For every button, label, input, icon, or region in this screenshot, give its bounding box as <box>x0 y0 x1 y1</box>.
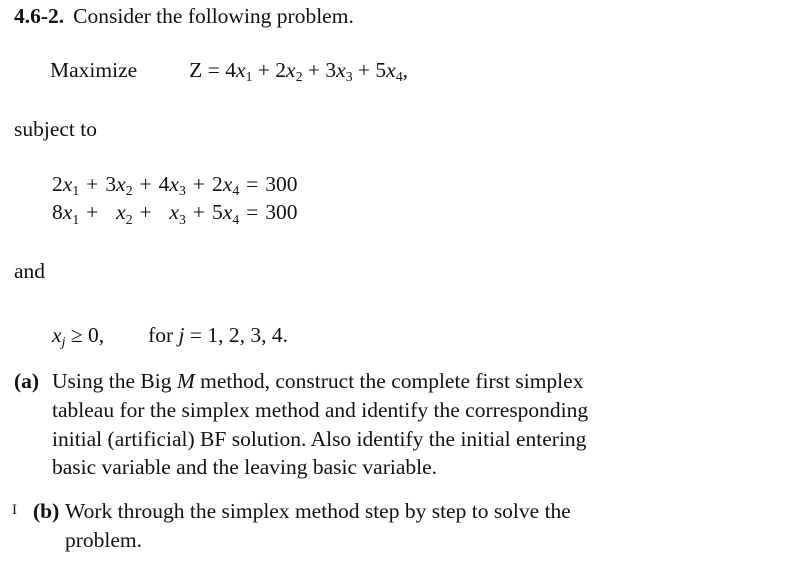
subscript: 4 <box>232 183 240 199</box>
objective-operator-2: + <box>307 58 320 82</box>
c1-relation: = <box>246 172 259 196</box>
coefficient: 4 <box>158 172 170 196</box>
part-a-line-3: initial (artificial) BF solution. Also i… <box>52 426 587 451</box>
subscript: 1 <box>72 183 80 199</box>
part-a-line-4: basic variable and the leaving basic var… <box>52 455 438 480</box>
variable: x <box>62 172 73 196</box>
variable: x <box>52 323 62 347</box>
constraint-row-2: 8x1 + x2 + x3 + 5x4 = 300 <box>52 198 298 226</box>
qualifier-for: for <box>148 323 174 347</box>
nonnegativity-row: xj ≥ 0, for j = 1, 2, 3, 4. <box>52 323 289 350</box>
coefficient: 4 <box>225 58 236 82</box>
variable: x <box>386 58 396 82</box>
objective-equals: = <box>207 58 220 82</box>
subscript: j <box>61 334 66 350</box>
subscript: 2 <box>295 69 303 85</box>
c1-rhs: 300 <box>265 172 298 196</box>
subscript: 2 <box>125 183 133 199</box>
constraint-row-1: 2x1 + 3x2 + 4x3 + 2x4 = 300 <box>52 170 298 198</box>
objective-row: Maximize Z = 4x1 + 2x2 + 3x3 + 5x4, <box>50 58 408 85</box>
subscript: 3 <box>179 183 186 199</box>
coefficient: 3 <box>325 58 337 82</box>
objective-direction: Maximize <box>50 58 138 82</box>
coefficient: 5 <box>211 200 223 225</box>
nonneg-value: 0, <box>87 323 105 347</box>
constraint-block: 2x1 + 3x2 + 4x3 + 2x4 = 300 8x1 + x2 + x… <box>52 170 298 227</box>
qualifier-equals: = <box>189 323 203 347</box>
part-a: (a) Using the Big M method, construct th… <box>14 367 795 482</box>
c1-term-2: 3x2 <box>105 170 132 198</box>
objective-term-4: 5x4 <box>375 58 403 85</box>
problem-number: 4.6-2. <box>14 4 65 28</box>
part-a-line-1: Using the Big M method, construct the co… <box>52 369 584 393</box>
coefficient: 2 <box>52 172 63 196</box>
coefficient: 2 <box>275 58 287 82</box>
part-b-tag: (b) <box>33 499 60 523</box>
objective-operator-1: + <box>257 58 270 82</box>
coefficient: 2 <box>211 172 223 196</box>
subscript: 3 <box>345 69 353 85</box>
problem-statement: Consider the following problem. <box>73 4 354 28</box>
coefficient: 3 <box>105 172 117 196</box>
subscript: 2 <box>125 211 133 227</box>
c1-operator-2: + <box>139 172 152 196</box>
textbook-problem-page: 4.6-2. Consider the following problem. Ma… <box>0 0 809 563</box>
subscript: 1 <box>72 211 80 227</box>
variable: x <box>169 200 179 225</box>
nonneg-qualifier: for j = 1, 2, 3, 4. <box>148 323 289 347</box>
objective-term-1: 4x1 <box>225 58 253 85</box>
objective-expression: Z = 4x1 + 2x2 + 3x3 + 5x4, <box>189 58 408 85</box>
c2-term-2: x2 <box>105 198 133 227</box>
subscript: 4 <box>232 211 240 227</box>
c2-term-4: 5x4 <box>212 198 239 226</box>
and-label: and <box>14 259 46 283</box>
c2-relation: = <box>246 200 259 225</box>
variable: x <box>62 200 73 225</box>
objective-term-2: 2x2 <box>275 58 303 85</box>
variable: x <box>336 58 346 82</box>
nonneg-variable: xj <box>52 323 66 350</box>
part-a-tag: (a) <box>14 369 40 393</box>
c1-operator-1: + <box>86 172 99 196</box>
variable: x <box>116 172 126 196</box>
part-b: (b) Work through the simplex method step… <box>33 497 795 555</box>
part-a-line-2: tableau for the simplex method and ident… <box>52 397 589 422</box>
qualifier-values: 1, 2, 3, 4. <box>207 323 289 347</box>
c2-operator-2: + <box>139 200 152 225</box>
c2-operator-1: + <box>86 200 99 225</box>
margin-marker-icon: I <box>12 502 17 518</box>
variable: x <box>169 172 179 196</box>
variable: x <box>116 200 126 225</box>
big-m-emphasis: M <box>176 369 195 393</box>
objective-trailing-comma: , <box>402 58 408 82</box>
c1-term-1: 2x1 <box>52 170 79 198</box>
qualifier-index: j <box>178 323 185 347</box>
objective-lhs: Z <box>189 58 203 82</box>
problem-heading: 4.6-2. Consider the following problem. <box>14 4 354 28</box>
variable: x <box>222 172 233 196</box>
subscript: 1 <box>245 69 253 85</box>
c1-term-4: 2x4 <box>212 170 239 198</box>
variable: x <box>235 58 246 82</box>
objective-term-3: 3x3 <box>325 58 353 85</box>
part-b-line-2: problem. <box>65 527 143 552</box>
part-b-line-1: Work through the simplex method step by … <box>65 499 571 523</box>
variable: x <box>286 58 296 82</box>
subject-to-label: subject to <box>14 117 97 141</box>
c1-term-3: 4x3 <box>159 170 186 198</box>
part-b-body: Work through the simplex method step by … <box>65 497 795 555</box>
c1-operator-3: + <box>192 172 205 196</box>
coefficient: 5 <box>375 58 387 82</box>
c2-rhs: 300 <box>265 200 298 225</box>
c2-term-3: x3 <box>159 198 186 226</box>
c2-operator-3: + <box>192 200 205 225</box>
part-a-body: Using the Big M method, construct the co… <box>52 367 795 482</box>
coefficient: 8 <box>52 200 63 225</box>
variable: x <box>222 200 233 225</box>
nonneg-relation: ≥ <box>70 323 83 347</box>
subscript: 4 <box>395 69 403 85</box>
c2-term-1: 8x1 <box>52 198 79 226</box>
objective-operator-3: + <box>357 58 371 82</box>
subscript: 3 <box>179 211 186 227</box>
